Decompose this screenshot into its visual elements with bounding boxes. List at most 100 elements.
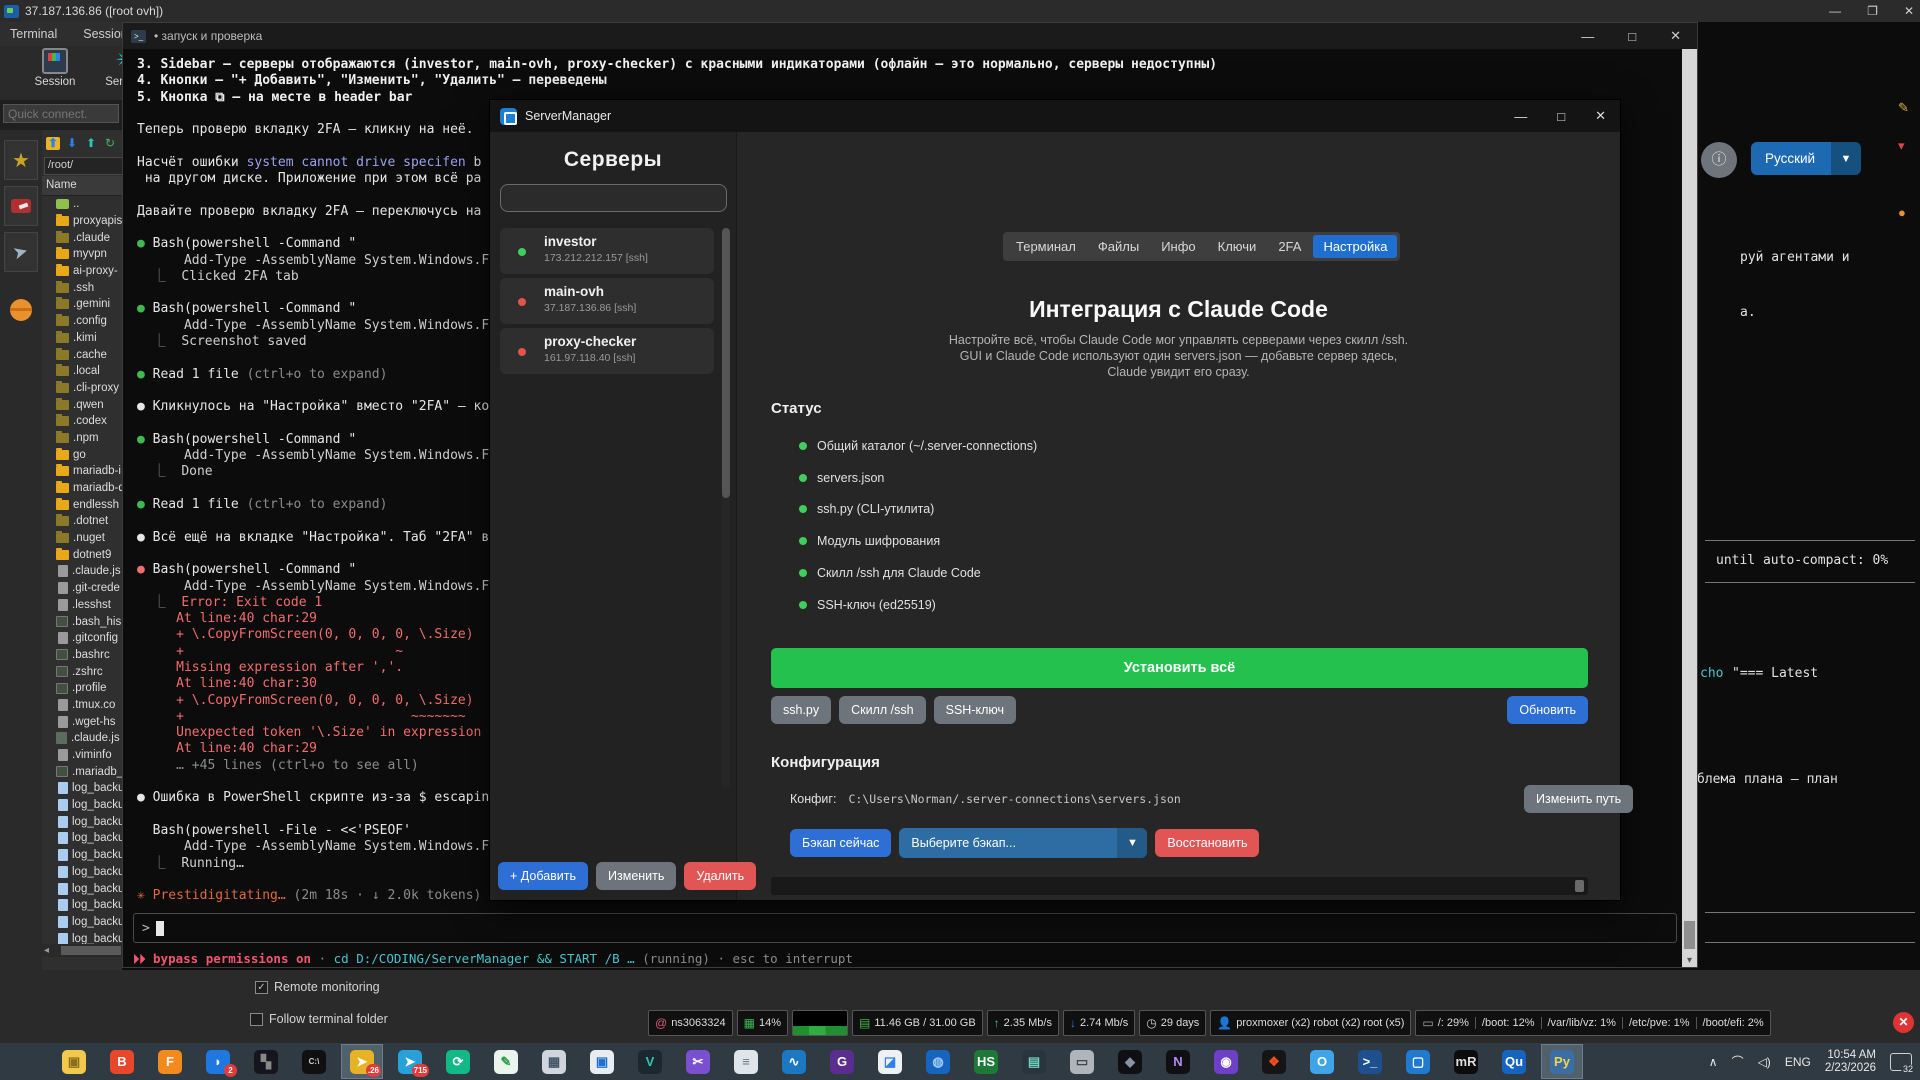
taskbar-notion-icon[interactable]: N (1158, 1045, 1198, 1078)
file-row[interactable]: .zshrc (42, 663, 129, 680)
backup-now-button[interactable]: Бэкап сейчас (790, 829, 891, 857)
refresh-icon[interactable]: ↻ (103, 137, 117, 150)
file-row[interactable]: .npm (42, 430, 129, 447)
file-row[interactable]: .kimi (42, 330, 129, 347)
toolbar-session-button[interactable]: Session (26, 48, 84, 88)
wifi-icon[interactable]: ⌒ (1732, 1053, 1744, 1070)
taskbar-cmd-icon[interactable]: C:\ (294, 1045, 334, 1078)
taskbar-monitor-gray-icon[interactable]: ▭ (1062, 1045, 1102, 1078)
edit-server-button[interactable]: Изменить (596, 862, 676, 890)
language-indicator[interactable]: ENG (1785, 1055, 1811, 1069)
server-item-main-ovh[interactable]: main-ovh37.187.136.86 [ssh] (500, 278, 714, 324)
file-row[interactable]: .config (42, 313, 129, 330)
file-row[interactable]: log_backu (42, 830, 129, 847)
taskbar-notepad-icon[interactable]: ≡ (726, 1045, 766, 1078)
taskbar-bird-icon[interactable]: ∿ (774, 1045, 814, 1078)
sm-maximize-button[interactable]: □ (1557, 109, 1565, 124)
upload-icon[interactable]: ⬆ (84, 137, 98, 150)
download-icon[interactable]: ⬇ (65, 137, 79, 150)
taskbar-quick-utmo-icon[interactable]: Qu (1494, 1045, 1534, 1078)
file-row[interactable]: mariadb-i (42, 463, 129, 480)
file-row[interactable]: ai-proxy- (42, 263, 129, 280)
file-row[interactable]: .. (42, 196, 129, 213)
taskbar-dark-app-icon[interactable]: ▚ (246, 1045, 286, 1078)
terminal-titlebar[interactable]: >_ • запуск и проверка — □ ✕ (123, 23, 1697, 49)
mobaxterm-close-button[interactable]: ✕ (1904, 4, 1914, 18)
taskbar-scissors-icon[interactable]: ✂ (678, 1045, 718, 1078)
terminal-scrollbar[interactable]: ▾ (1682, 49, 1697, 967)
file-row[interactable]: .cli-proxy (42, 380, 129, 397)
file-row[interactable]: .wget-hs (42, 713, 129, 730)
file-row[interactable]: log_backu (42, 880, 129, 897)
quick-connect-input[interactable] (3, 104, 119, 123)
language-dropdown[interactable]: Русский ▼ (1751, 142, 1861, 175)
file-row[interactable]: .claude.js (42, 730, 129, 747)
monitoring-close-icon[interactable]: ✕ (1893, 1012, 1914, 1033)
taskbar-sync-icon[interactable]: ⟳ (438, 1045, 478, 1078)
tray-chevron-icon[interactable]: ∧ (1709, 1055, 1718, 1069)
remote-monitoring-checkbox[interactable]: ✓ Remote monitoring (255, 980, 380, 994)
favorites-star-icon[interactable]: ★ (4, 140, 38, 180)
tab-Настройка[interactable]: Настройка (1313, 235, 1397, 258)
file-row[interactable]: proxyapis (42, 213, 129, 230)
taskbar-telegram-gold-icon[interactable]: ➤.26 (342, 1045, 382, 1078)
change-path-button[interactable]: Изменить путь (1524, 785, 1633, 813)
mobaxterm-maximize-button[interactable]: ❐ (1867, 4, 1878, 18)
file-row[interactable]: .lesshst (42, 597, 129, 614)
server-list-scrollbar[interactable] (722, 228, 730, 788)
taskbar-gitkraken-icon[interactable]: ◉ (1206, 1045, 1246, 1078)
file-row[interactable]: log_backu (42, 813, 129, 830)
file-row[interactable]: log_backu (42, 930, 129, 944)
backup-select[interactable]: Выберите бэкап... ▼ (899, 828, 1147, 858)
tab-Инфо[interactable]: Инфо (1151, 235, 1205, 258)
server-item-investor[interactable]: investor173.212.212.157 [ssh] (500, 228, 714, 274)
file-row[interactable]: .bash_his (42, 613, 129, 630)
mobaxterm-minimize-button[interactable]: — (1829, 4, 1841, 18)
taskbar-window-blue-icon[interactable]: ▣ (582, 1045, 622, 1078)
current-path[interactable]: /root/ (44, 157, 127, 175)
tab-2FA[interactable]: 2FA (1268, 235, 1311, 258)
taskbar-g-app-icon[interactable]: G (822, 1045, 862, 1078)
taskbar-remote-desktop-icon[interactable]: ▢ (1398, 1045, 1438, 1078)
taskbar-python-icon[interactable]: Py (1542, 1045, 1582, 1078)
servermanager-titlebar[interactable]: ServerManager — □ ✕ (490, 100, 1620, 132)
taskbar-firefox-icon[interactable]: F (150, 1045, 190, 1078)
file-row[interactable]: .git-crede (42, 580, 129, 597)
taskbar-shield-icon[interactable]: ◆ (1110, 1045, 1150, 1078)
file-row[interactable]: .claude.js (42, 563, 129, 580)
taskbar-photos-icon[interactable]: ◪ (870, 1045, 910, 1078)
install-skill-button[interactable]: Скилл /ssh (839, 696, 925, 724)
taskbar-teal-v-icon[interactable]: V (630, 1045, 670, 1078)
file-row[interactable]: .mariadb_ (42, 763, 129, 780)
taskbar-calculator-icon[interactable]: ▦ (534, 1045, 574, 1078)
file-row[interactable]: myvpn (42, 246, 129, 263)
file-row[interactable]: .bashrc (42, 647, 129, 664)
file-row[interactable]: dotnet9 (42, 546, 129, 563)
taskbar-file-explorer-icon[interactable]: ▣ (54, 1045, 94, 1078)
file-row[interactable]: mariadb-d (42, 480, 129, 497)
tray-clock[interactable]: 10:54 AM2/23/2026 (1825, 1049, 1876, 1075)
name-column-header[interactable]: Name (42, 176, 129, 196)
taskbar-telegram-icon[interactable]: ➤715 (390, 1045, 430, 1078)
taskbar-brave-icon[interactable]: B (102, 1045, 142, 1078)
terminal-close-button[interactable]: ✕ (1670, 28, 1681, 44)
file-row[interactable]: .profile (42, 680, 129, 697)
tab-Терминал[interactable]: Терминал (1006, 235, 1086, 258)
file-row[interactable]: .codex (42, 413, 129, 430)
sm-close-button[interactable]: ✕ (1595, 108, 1606, 124)
taskbar-phone-edit-icon[interactable]: ✎ (486, 1045, 526, 1078)
install-sshkey-button[interactable]: SSH-ключ (934, 696, 1016, 724)
send-plane-icon[interactable]: ➤ (4, 232, 38, 272)
file-row[interactable]: .ssh (42, 279, 129, 296)
tab-Ключи[interactable]: Ключи (1208, 235, 1267, 258)
taskbar-hs-icon[interactable]: HS (966, 1045, 1006, 1078)
file-row[interactable]: .cache (42, 346, 129, 363)
file-row[interactable]: .dotnet (42, 513, 129, 530)
speaker-icon[interactable]: ◁) (1758, 1055, 1771, 1069)
globe-icon[interactable] (4, 290, 38, 330)
server-item-proxy-checker[interactable]: proxy-checker161.97.118.40 [ssh] (500, 328, 714, 374)
file-row[interactable]: .gitconfig (42, 630, 129, 647)
file-row[interactable]: log_backu (42, 864, 129, 881)
file-row[interactable]: .gemini (42, 296, 129, 313)
taskbar-mobaxterm-icon[interactable]: ▤ (1014, 1045, 1054, 1078)
